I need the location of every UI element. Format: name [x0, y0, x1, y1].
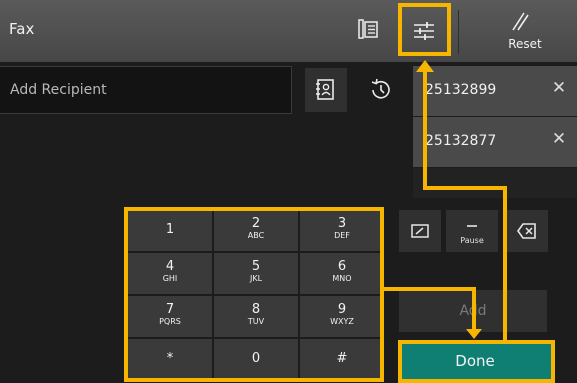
recipient-item[interactable]: 25132899 ✕ — [413, 66, 577, 116]
key-9[interactable]: 9 WXYZ — [300, 296, 384, 337]
key-6[interactable]: 6 MNO — [300, 253, 384, 294]
pause-button[interactable]: Pause — [446, 210, 498, 252]
done-button[interactable]: Done — [399, 341, 551, 381]
key-3[interactable]: 3 DEF — [300, 210, 384, 251]
history-icon — [371, 78, 390, 99]
close-icon[interactable]: ✕ — [550, 78, 568, 98]
address-book-button[interactable] — [305, 68, 347, 112]
close-icon[interactable]: ✕ — [550, 129, 568, 149]
add-recipient-input[interactable] — [0, 66, 292, 114]
page-title: Fax — [9, 20, 35, 38]
key-8[interactable]: 8 TUV — [214, 296, 298, 337]
pause-icon — [467, 225, 477, 227]
backspace-button[interactable] — [504, 210, 548, 252]
key-1[interactable]: 1 — [128, 210, 212, 251]
recipient-item[interactable]: 25132877 ✕ — [413, 117, 577, 167]
key-0[interactable]: 0 — [214, 339, 298, 380]
key-star[interactable]: * — [128, 339, 212, 380]
reset-label: Reset — [508, 37, 542, 51]
recipient-list-footer — [413, 168, 577, 198]
wall-icon[interactable] — [357, 18, 379, 42]
key-5[interactable]: 5 JKL — [214, 253, 298, 294]
edit-icon — [411, 224, 429, 238]
edit-button[interactable] — [399, 210, 441, 252]
history-button[interactable] — [360, 68, 402, 112]
key-4[interactable]: 4 GHI — [128, 253, 212, 294]
recipient-number: 25132877 — [425, 133, 497, 149]
keypad: 1 2 ABC 3 DEF 4 GHI 5 JKL 6 MNO 7 PQRS 8 TUV 9W… — [128, 210, 384, 380]
pause-label: Pause — [460, 236, 484, 245]
key-2[interactable]: 2 ABC — [214, 210, 298, 251]
key-hash[interactable]: # — [300, 339, 384, 380]
add-button[interactable]: Add — [399, 290, 547, 332]
address-book-icon — [316, 79, 334, 100]
recipient-number: 25132899 — [425, 82, 497, 98]
divider — [458, 10, 459, 54]
backspace-icon — [517, 223, 536, 239]
key-7[interactable]: 7 PQRS — [128, 296, 212, 337]
settings-sliders-icon — [412, 20, 436, 42]
reset-slash-icon — [509, 10, 529, 32]
